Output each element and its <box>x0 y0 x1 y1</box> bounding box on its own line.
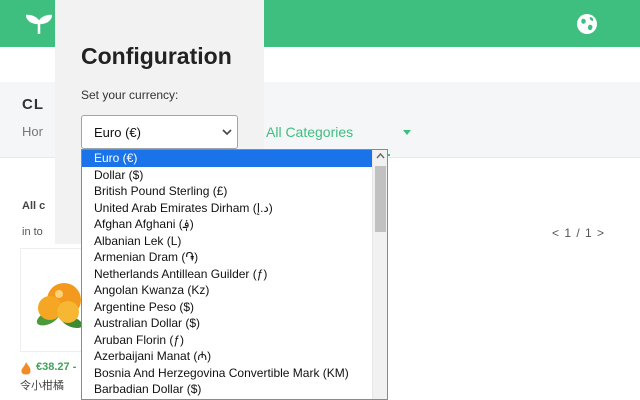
currency-option[interactable]: Bosnia And Herzegovina Convertible Mark … <box>82 365 387 382</box>
scrollbar-thumb[interactable] <box>375 166 386 232</box>
currency-option[interactable]: Euro (€) <box>82 150 387 167</box>
flame-icon <box>21 362 31 375</box>
currency-select-value: Euro (€) <box>94 125 141 140</box>
currency-option[interactable]: Argentine Peso ($) <box>82 299 387 316</box>
logo-icon[interactable] <box>26 14 52 34</box>
currency-option[interactable]: Armenian Dram (֏) <box>82 249 387 266</box>
scroll-up-arrow-icon[interactable] <box>376 151 385 161</box>
chevron-down-icon <box>222 129 232 136</box>
currency-option[interactable]: Azerbaijani Manat (₼) <box>82 348 387 365</box>
section-heading: All c <box>22 200 46 212</box>
pagination[interactable]: < 1 / 1 > <box>552 226 605 240</box>
config-title: Configuration <box>81 43 232 69</box>
currency-option[interactable]: Albanian Lek (L) <box>82 233 387 250</box>
currency-option[interactable]: Dollar ($) <box>82 167 387 184</box>
currency-option[interactable]: Australian Dollar ($) <box>82 315 387 332</box>
currency-options-list[interactable]: Euro (€) Dollar ($) British Pound Sterling… <box>81 149 388 400</box>
caret-down-icon <box>403 130 411 135</box>
product-price: €38.27 - <box>36 361 77 373</box>
total-count-text: in to <box>22 226 43 238</box>
currency-label: Set your currency: <box>81 88 179 102</box>
currency-option[interactable]: Barbadian Dollar ($) <box>82 381 387 398</box>
currency-option[interactable]: Netherlands Antillean Guilder (ƒ) <box>82 266 387 283</box>
options-container: Euro (€) Dollar ($) British Pound Sterling… <box>82 150 387 398</box>
product-image[interactable] <box>34 272 86 334</box>
globe-icon[interactable] <box>576 13 598 35</box>
currency-select[interactable]: Euro (€) <box>81 115 238 149</box>
currency-option[interactable]: Afghan Afghani (؋) <box>82 216 387 233</box>
all-categories-dropdown[interactable]: All Categories <box>266 124 353 140</box>
currency-option[interactable]: United Arab Emirates Dirham (د.إ) <box>82 200 387 217</box>
currency-option[interactable]: Angolan Kwanza (Kz) <box>82 282 387 299</box>
currency-option[interactable]: Aruban Florin (ƒ) <box>82 332 387 349</box>
product-name[interactable]: 令小柑橘 <box>20 377 64 393</box>
currency-option[interactable]: British Pound Sterling (£) <box>82 183 387 200</box>
scrollbar[interactable] <box>372 150 387 399</box>
page-title: CL <box>22 96 44 113</box>
breadcrumb-home-link[interactable]: Hor <box>22 124 43 139</box>
